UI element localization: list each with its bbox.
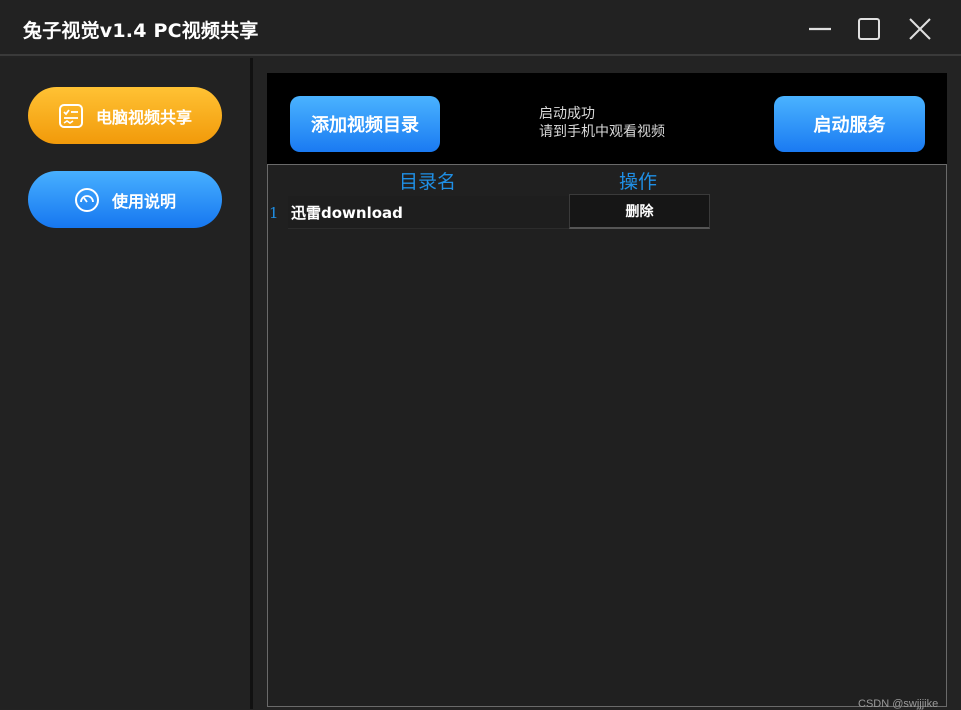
- row-index: 1: [269, 204, 279, 222]
- status-text: 启动成功 请到手机中观看视频: [539, 105, 665, 141]
- delete-button[interactable]: 删除: [569, 194, 710, 229]
- sidebar-item-video-share[interactable]: 电脑视频共享: [28, 87, 222, 144]
- close-icon: [909, 18, 931, 40]
- add-video-directory-button[interactable]: 添加视频目录: [290, 96, 440, 152]
- gauge-icon: [74, 187, 100, 213]
- minimize-button[interactable]: [803, 12, 837, 46]
- checklist-icon: [58, 103, 84, 129]
- close-button[interactable]: [903, 12, 937, 46]
- sidebar-item-label: 使用说明: [111, 191, 176, 211]
- sidebar-item-instructions[interactable]: 使用说明: [28, 171, 222, 228]
- sidebar-item-label: 电脑视频共享: [95, 107, 192, 127]
- watermark: CSDN @swjjjike: [858, 698, 939, 710]
- app-title: 兔子视觉v1.4 PC视频共享: [23, 20, 259, 42]
- status-line-2: 请到手机中观看视频: [539, 124, 665, 140]
- status-line-1: 启动成功: [539, 106, 595, 122]
- maximize-icon: [858, 18, 880, 40]
- directory-name-cell: 迅雷download: [291, 204, 403, 222]
- start-service-button[interactable]: 启动服务: [774, 96, 925, 152]
- column-header-action: 操作: [619, 171, 658, 193]
- minimize-icon: [809, 27, 831, 31]
- maximize-button[interactable]: [852, 12, 886, 46]
- sidebar: [0, 58, 250, 709]
- directory-table: [267, 164, 947, 707]
- column-header-directory-name: 目录名: [399, 171, 457, 193]
- title-bar: 兔子视觉v1.4 PC视频共享: [0, 0, 961, 56]
